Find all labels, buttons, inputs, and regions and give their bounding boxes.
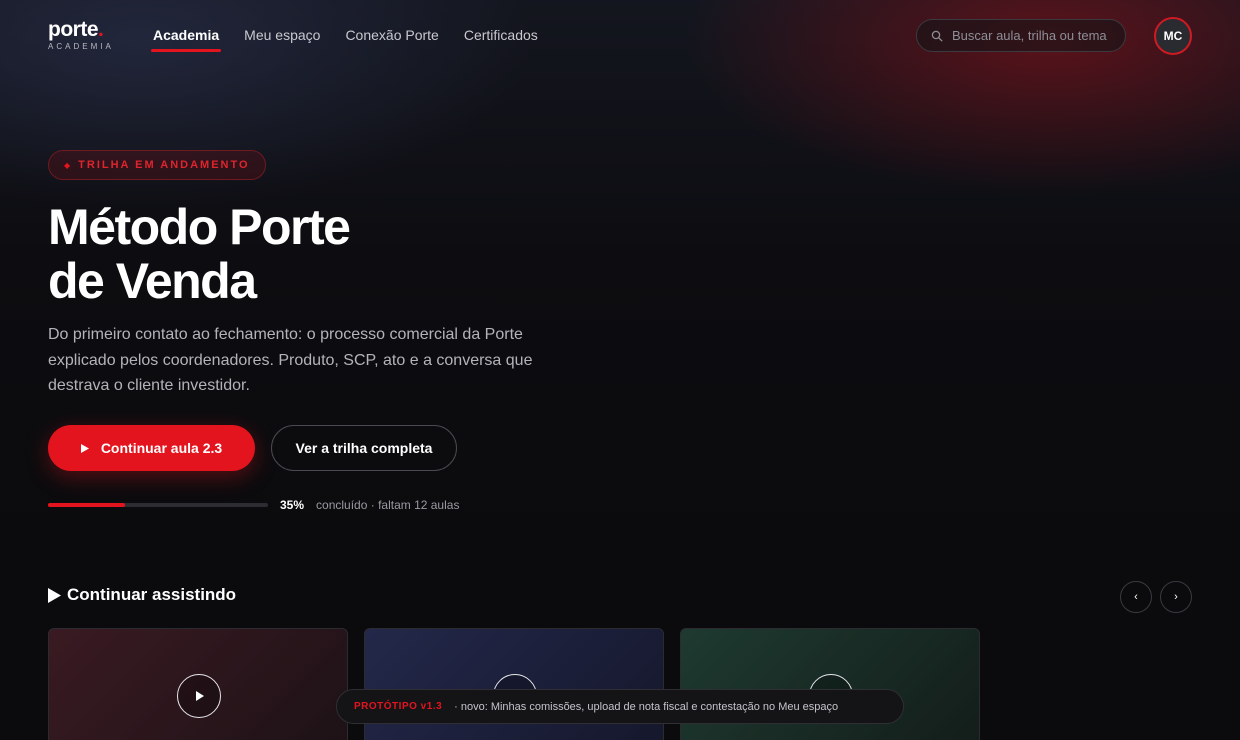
continue-watching-heading: Continuar assistindo <box>48 585 236 605</box>
progress-percent: 35% <box>280 498 305 512</box>
hero-title: Método Porte de Venda <box>48 200 468 308</box>
view-full-track-button[interactable]: Ver a trilha completa <box>271 425 457 471</box>
toast-tag: PROTÓTIPO v1.3 <box>354 701 443 712</box>
hero-title-line-1: Método Porte <box>48 199 351 255</box>
card-play-button[interactable] <box>177 674 221 718</box>
search-box[interactable] <box>916 19 1126 52</box>
search-input[interactable] <box>952 28 1122 43</box>
user-avatar[interactable]: MC <box>1154 17 1192 55</box>
play-triangle-icon <box>48 587 61 603</box>
lesson-card[interactable] <box>48 628 348 740</box>
logo-dot: . <box>98 18 104 41</box>
nav-link-certificados[interactable]: Certificados <box>464 26 538 44</box>
section-title: Continuar assistindo <box>67 585 237 604</box>
toast-message: · novo: Minhas comissões, upload de nota… <box>454 700 839 713</box>
logo-subtitle: ACADEMIA <box>48 42 114 51</box>
carousel-next-button[interactable]: › <box>1160 581 1192 613</box>
hero-description: Do primeiro contato ao fechamento: o pro… <box>48 326 533 394</box>
track-progress: 35% concluído · faltam 12 aulas <box>48 498 459 512</box>
progress-text: concluído · faltam 12 aulas <box>316 498 460 512</box>
progress-fill <box>48 503 125 507</box>
diamond-icon: ◆ <box>64 160 71 170</box>
badge-label: TRILHA EM ANDAMENTO <box>78 159 250 171</box>
track-status-badge: ◆ TRILHA EM ANDAMENTO <box>48 150 266 180</box>
play-icon <box>195 691 204 701</box>
continue-lesson-label: Continuar aula 2.3 <box>100 440 223 456</box>
prototype-toast: PROTÓTIPO v1.3 · novo: Minhas comissões,… <box>336 689 904 724</box>
logo-word: porte <box>48 18 99 41</box>
top-nav: porte. ACADEMIA Academia Meu espaço Cone… <box>0 0 1240 70</box>
nav-link-conexao-porte[interactable]: Conexão Porte <box>345 26 438 44</box>
nav-links: Academia Meu espaço Conexão Porte Certif… <box>150 26 538 52</box>
nav-link-academia[interactable]: Academia <box>150 26 222 52</box>
logo[interactable]: porte. ACADEMIA <box>48 19 114 52</box>
search-icon <box>931 30 943 41</box>
progress-bar <box>48 503 268 507</box>
carousel-prev-button[interactable]: ‹ <box>1120 581 1152 613</box>
continue-lesson-button[interactable]: Continuar aula 2.3 <box>48 425 255 471</box>
nav-link-meu-espaco[interactable]: Meu espaço <box>244 26 320 44</box>
hero-title-line-2: de Venda <box>48 253 257 309</box>
play-icon <box>80 443 89 453</box>
